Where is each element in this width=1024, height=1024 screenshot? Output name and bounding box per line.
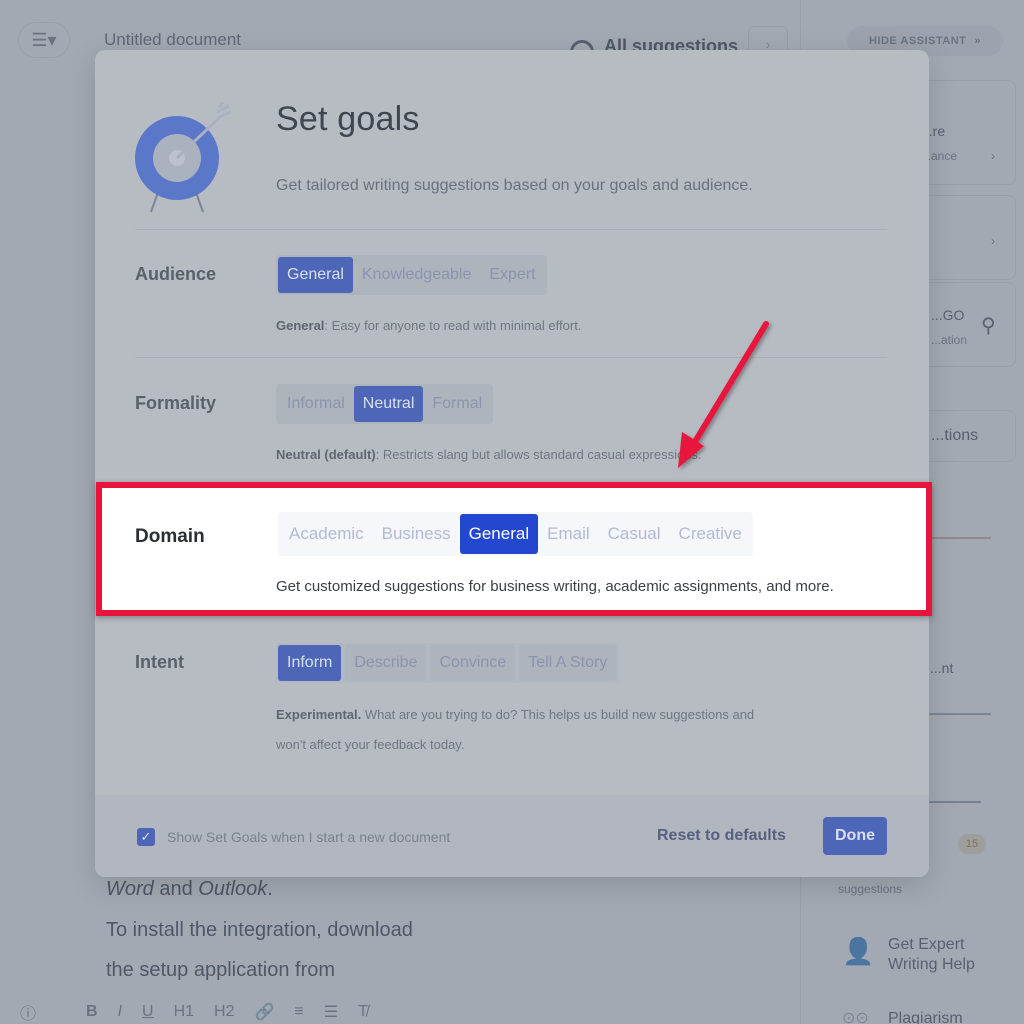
domain-option-business[interactable]: Business [373, 514, 460, 554]
checkmark-icon: ✓ [140, 829, 152, 844]
target-icon [135, 102, 232, 213]
domain-option-email[interactable]: Email [538, 514, 599, 554]
description-text: What are you trying to do? This helps us… [361, 707, 755, 722]
audience-option-knowledgeable[interactable]: Knowledgeable [353, 257, 480, 293]
domain-section-highlight: Domain Academic Business General Email C… [96, 482, 932, 616]
description-text: : Easy for anyone to read with minimal e… [324, 318, 582, 333]
description-text: : Restricts slang but allows standard ca… [375, 447, 702, 462]
formality-selector: Informal Neutral Formal [276, 384, 494, 424]
reset-to-defaults-link[interactable]: Reset to defaults [657, 827, 786, 845]
intent-description-line2: won't affect your feedback today. [276, 737, 465, 752]
dialog-subtitle: Get tailored writing suggestions based o… [276, 177, 753, 194]
done-button[interactable]: Done [823, 817, 887, 855]
audience-option-expert[interactable]: Expert [480, 257, 544, 293]
set-goals-dialog: Set goals Get tailored writing suggestio… [95, 50, 929, 877]
intent-description: Experimental. What are you trying to do?… [276, 707, 754, 722]
show-set-goals-label[interactable]: Show Set Goals when I start a new docume… [167, 829, 450, 845]
audience-description: General: Easy for anyone to read with mi… [276, 318, 581, 333]
intent-option-inform[interactable]: Inform [278, 645, 342, 681]
annotation-arrow-icon [678, 321, 769, 468]
audience-label: Audience [135, 264, 217, 284]
audience-option-general[interactable]: General [278, 257, 353, 293]
formality-label: Formality [135, 393, 217, 413]
formality-option-neutral[interactable]: Neutral [353, 386, 424, 422]
intent-selector: Inform Describe Convince Tell A Story [276, 643, 619, 683]
domain-selector: Academic Business General Email Casual C… [278, 512, 753, 556]
dialog-title: Set goals [276, 100, 420, 138]
description-emphasis: Experimental. [276, 707, 362, 722]
domain-label: Domain [135, 526, 205, 547]
show-set-goals-checkbox[interactable]: ✓ [137, 828, 155, 846]
description-emphasis: General [276, 318, 325, 333]
intent-option-tell-a-story[interactable]: Tell A Story [519, 645, 617, 681]
audience-selector: General Knowledgeable Expert [276, 255, 547, 295]
domain-option-academic[interactable]: Academic [280, 514, 373, 554]
intent-option-convince[interactable]: Convince [430, 645, 516, 681]
domain-option-creative[interactable]: Creative [670, 514, 751, 554]
domain-option-general[interactable]: General [459, 514, 539, 554]
formality-option-formal[interactable]: Formal [423, 386, 491, 422]
description-emphasis: Neutral (default) [276, 447, 376, 462]
divider [135, 229, 887, 230]
intent-option-describe[interactable]: Describe [345, 645, 427, 681]
domain-option-casual[interactable]: Casual [599, 514, 670, 554]
domain-description: Get customized suggestions for business … [276, 578, 834, 595]
formality-description: Neutral (default): Restricts slang but a… [276, 447, 702, 462]
formality-option-informal[interactable]: Informal [278, 386, 354, 422]
intent-label: Intent [135, 652, 184, 672]
